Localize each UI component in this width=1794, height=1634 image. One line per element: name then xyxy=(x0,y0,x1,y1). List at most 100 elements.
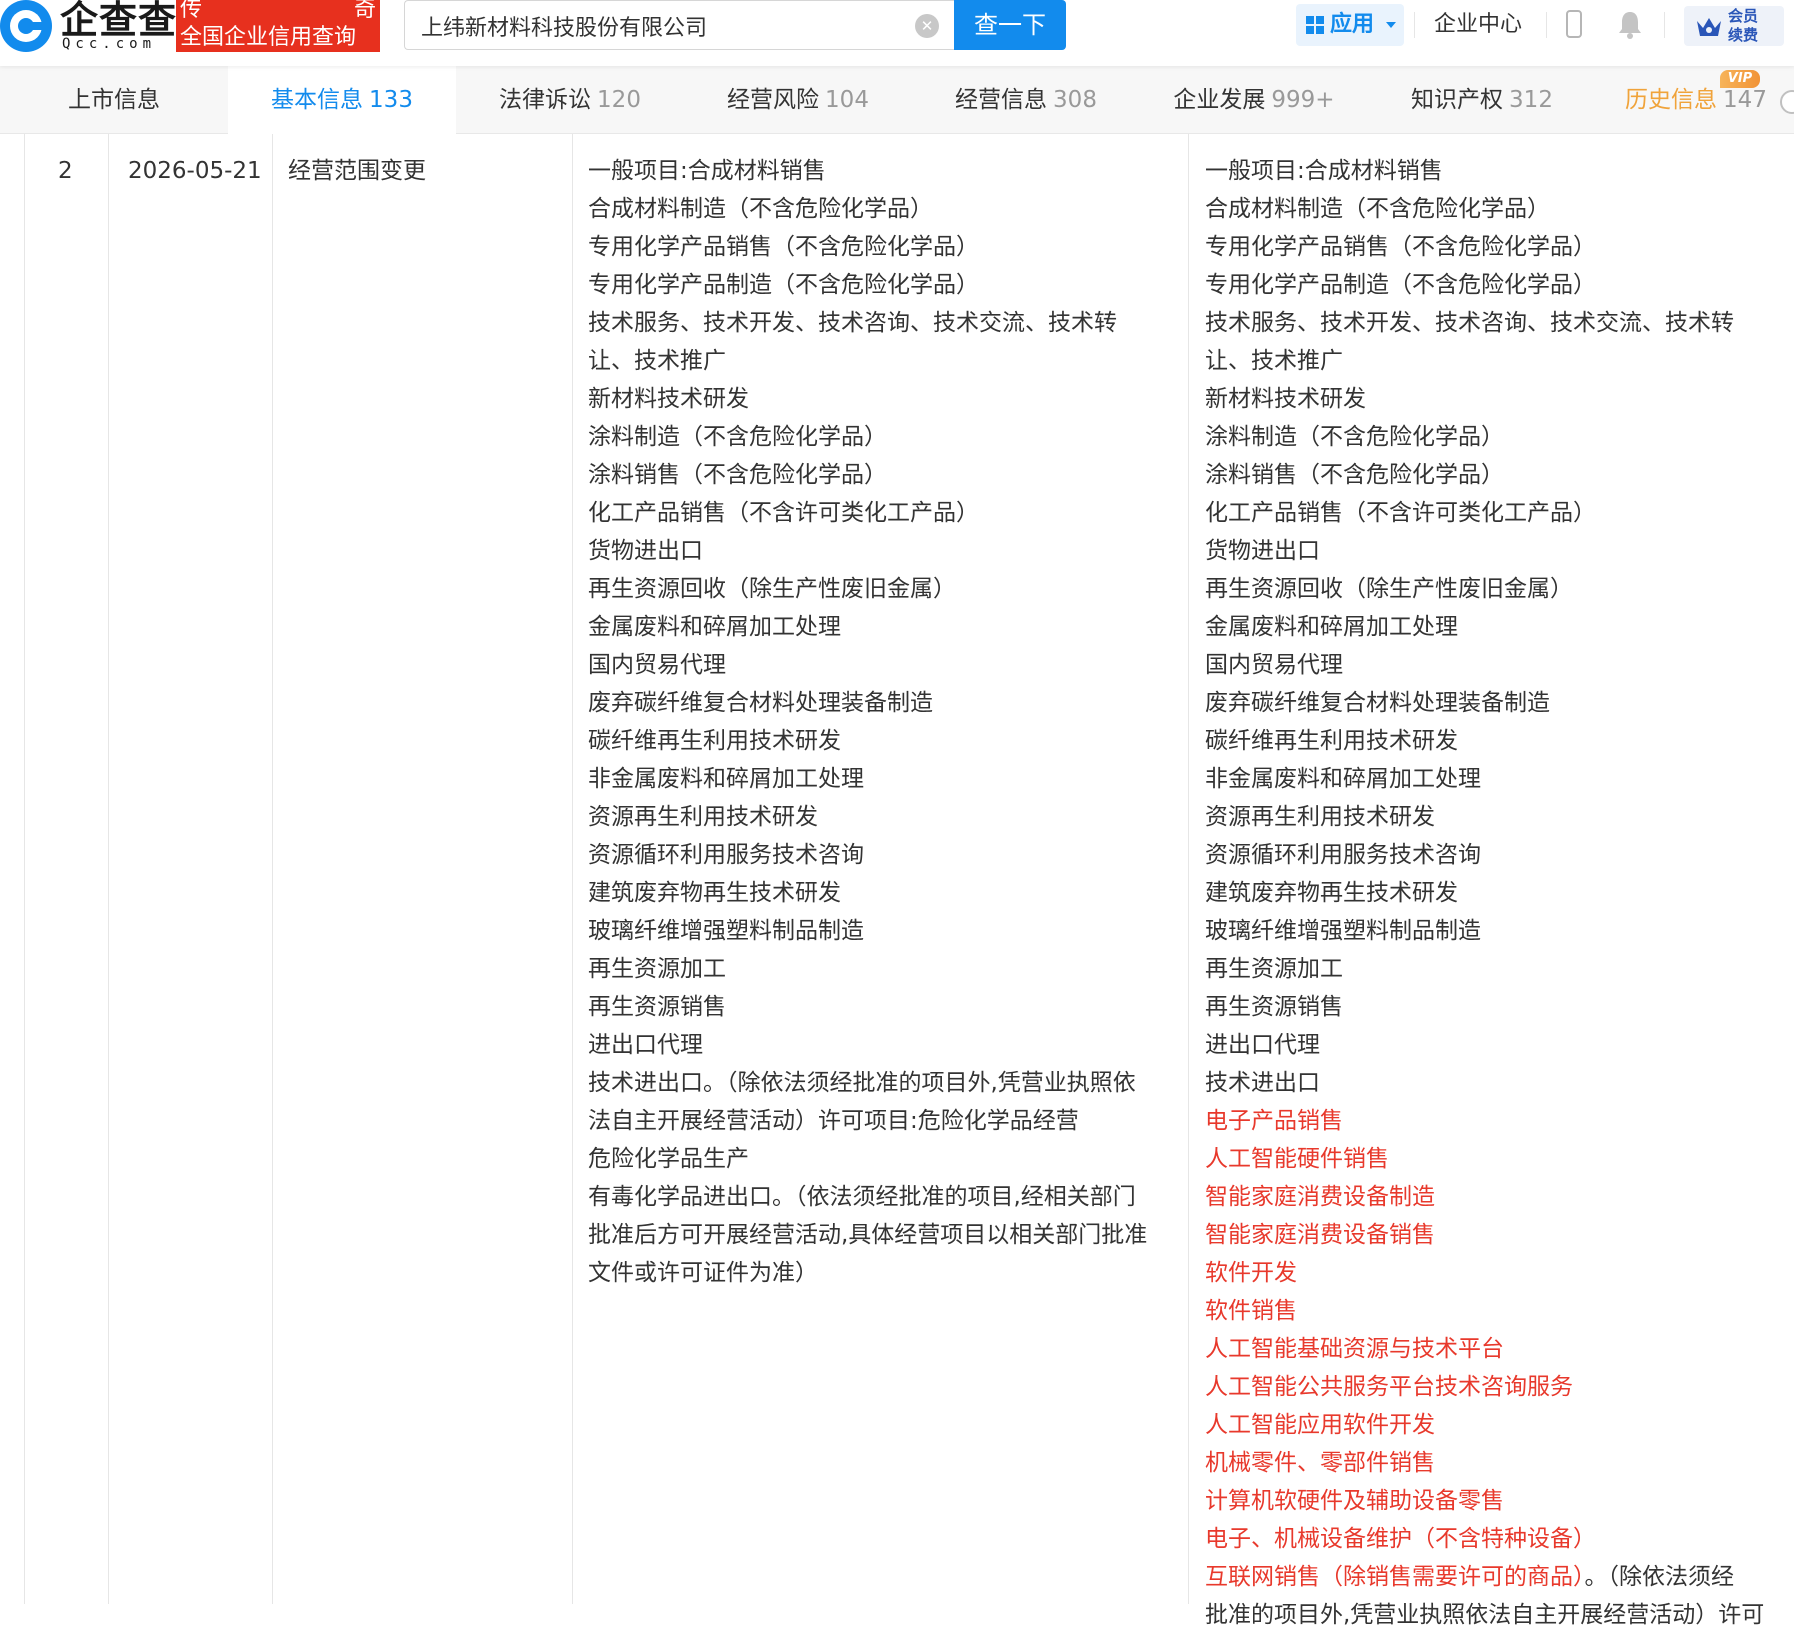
vip-label-line2: 续费 xyxy=(1728,26,1759,44)
scope-added-item: 机械零件、零部件销售 xyxy=(1205,1450,1435,1476)
promo-banner[interactable]: 传 奇 全国企业信用查询 xyxy=(176,0,380,52)
scope-added-item: 软件开发 xyxy=(1205,1260,1297,1286)
scope-before-item: 建筑废弃物再生技术研发 xyxy=(588,880,841,906)
scope-before-item: 资源循环利用服务技术咨询 xyxy=(588,842,864,868)
scope-before-item: 危险化学品生产 xyxy=(588,1146,749,1172)
scope-before-item: 国内贸易代理 xyxy=(588,652,726,678)
scope-before-item: 让、技术推广 xyxy=(588,348,726,374)
scope-before-item: 再生资源加工 xyxy=(588,956,726,982)
scope-before-item: 涂料销售（不含危险化学品） xyxy=(588,462,887,488)
scope-after-item: 技术进出口 xyxy=(1205,1070,1320,1096)
scope-added-item: 电子、机械设备维护（不含特种设备） xyxy=(1205,1526,1596,1552)
scope-added-item: 人工智能公共服务平台技术咨询服务 xyxy=(1205,1374,1573,1400)
scope-added-item: 人工智能硬件销售 xyxy=(1205,1146,1389,1172)
logo-text[interactable]: 企查查 xyxy=(60,0,177,40)
scope-after-item: 新材料技术研发 xyxy=(1205,386,1366,412)
logo-domain: Qcc.com xyxy=(62,36,157,52)
crown-icon xyxy=(1697,18,1721,36)
scope-before-item: 技术服务、技术开发、技术咨询、技术交流、技术转 xyxy=(588,310,1117,336)
bell-icon[interactable] xyxy=(1616,10,1644,40)
apps-menu-button[interactable]: 应用 xyxy=(1296,4,1404,46)
promo-top-right: 奇 xyxy=(353,0,376,22)
scope-after-item: 专用化学产品制造（不含危险化学品） xyxy=(1205,272,1596,298)
tab-history-info[interactable]: 历史信息 147 xyxy=(1582,66,1794,134)
scope-before-item: 文件或许可证件为准） xyxy=(588,1260,818,1286)
apps-menu-label: 应用 xyxy=(1330,12,1375,37)
scope-before-item: 法自主开展经营活动）许可项目:危险化学品经营 xyxy=(588,1108,1079,1134)
scope-before-item: 资源再生利用技术研发 xyxy=(588,804,818,830)
change-item: 经营范围变更 xyxy=(288,158,426,184)
mobile-phone-icon[interactable] xyxy=(1566,10,1582,38)
scope-before-item: 金属废料和碎屑加工处理 xyxy=(588,614,841,640)
tab-business-info[interactable]: 经营信息 308 xyxy=(912,66,1140,134)
scope-added-item: 软件销售 xyxy=(1205,1298,1297,1324)
scope-before-item: 批准后方可开展经营活动,具体经营项目以相关部门批准 xyxy=(588,1222,1148,1248)
scope-after-item: 一般项目:合成材料销售 xyxy=(1205,158,1443,184)
qcc-logo-icon[interactable] xyxy=(0,0,52,52)
scope-after-item: 碳纤维再生利用技术研发 xyxy=(1205,728,1458,754)
search-box: ✕ xyxy=(404,0,954,50)
scope-after-item: 涂料销售（不含危险化学品） xyxy=(1205,462,1504,488)
top-bar: 企查查 Qcc.com 传 奇 全国企业信用查询 ✕ 查一下 应用 企业中心 xyxy=(0,0,1794,66)
scope-before-list: 一般项目:合成材料销售合成材料制造（不含危险化学品） 专用化学产品销售（不含危险化… xyxy=(588,152,1147,1292)
scope-after-item: 国内贸易代理 xyxy=(1205,652,1343,678)
scope-before-item: 玻璃纤维增强塑料制品制造 xyxy=(588,918,864,944)
column-divider xyxy=(24,134,25,1604)
scope-after-item: 再生资源回收（除生产性废旧金属） xyxy=(1205,576,1573,602)
scope-after-item: 合成材料制造（不含危险化学品） xyxy=(1205,196,1550,222)
divider xyxy=(1664,12,1665,38)
tab-intellectual-property[interactable]: 知识产权 312 xyxy=(1368,66,1596,134)
divider xyxy=(1414,12,1415,38)
scope-before-item: 再生资源销售 xyxy=(588,994,726,1020)
vip-label-line1: 会员 xyxy=(1728,7,1759,25)
scope-before-item: 化工产品销售（不含许可类化工产品） xyxy=(588,500,979,526)
scope-before-item: 进出口代理 xyxy=(588,1032,703,1058)
grid-icon xyxy=(1306,16,1324,34)
scope-added-item: 人工智能基础资源与技术平台 xyxy=(1205,1336,1504,1362)
scope-after-item: 资源循环利用服务技术咨询 xyxy=(1205,842,1481,868)
search-input[interactable] xyxy=(419,9,893,43)
scope-after-item: 让、技术推广 xyxy=(1205,348,1343,374)
scope-after-item: 非金属废料和碎屑加工处理 xyxy=(1205,766,1481,792)
change-record-table: 2 2026-05-21 经营范围变更 一般项目:合成材料销售合成材料制造（不含… xyxy=(0,134,1794,1628)
promo-title: 全国企业信用查询 xyxy=(180,25,357,50)
scope-added-item: 电子产品销售 xyxy=(1205,1108,1343,1134)
column-divider xyxy=(1188,134,1189,1604)
scope-after-item: 涂料制造（不含危险化学品） xyxy=(1205,424,1504,450)
column-divider xyxy=(272,134,273,1604)
tab-enterprise-development[interactable]: 企业发展 999+ xyxy=(1140,66,1368,134)
tab-listing-info[interactable]: 上市信息 xyxy=(0,66,228,134)
clear-icon[interactable]: ✕ xyxy=(915,14,939,38)
scope-before-item: 废弃碳纤维复合材料处理装备制造 xyxy=(588,690,933,716)
scope-before-item: 涂料制造（不含危险化学品） xyxy=(588,424,887,450)
column-divider xyxy=(108,134,109,1604)
tab-basic-info[interactable]: 基本信息 133 xyxy=(228,66,456,134)
enterprise-center-link[interactable]: 企业中心 xyxy=(1434,4,1522,46)
scope-after-list: 一般项目:合成材料销售合成材料制造（不含危险化学品） 专用化学产品销售（不含危险化… xyxy=(1205,152,1764,1634)
scope-added-item: 计算机软硬件及辅助设备零售 xyxy=(1205,1488,1504,1514)
row-index: 2 xyxy=(58,158,73,184)
tab-business-risk[interactable]: 经营风险 104 xyxy=(684,66,912,134)
scope-before-item: 专用化学产品销售（不含危险化学品） xyxy=(588,234,979,260)
scope-added-item: 互联网销售（除销售需要许可的商品）。（除依法须经 xyxy=(1205,1564,1734,1590)
divider xyxy=(1546,12,1547,38)
section-tabs: 上市信息 基本信息 133 法律诉讼 120 经营风险 104 经营信息 308 企业发… xyxy=(0,66,1794,134)
scope-after-item: 货物进出口 xyxy=(1205,538,1320,564)
column-divider xyxy=(572,134,573,1604)
chevron-down-icon xyxy=(1386,22,1396,28)
scope-after-item: 专用化学产品销售（不含危险化学品） xyxy=(1205,234,1596,260)
scope-before-item: 合成材料制造（不含危险化学品） xyxy=(588,196,933,222)
scope-before-item: 技术进出口。（除依法须经批准的项目外,凭营业执照依 xyxy=(588,1070,1136,1096)
tab-legal-litigation[interactable]: 法律诉讼 120 xyxy=(456,66,684,134)
search-button[interactable]: 查一下 xyxy=(954,0,1066,50)
scope-before-item: 一般项目:合成材料销售 xyxy=(588,158,826,184)
scope-after-item: 资源再生利用技术研发 xyxy=(1205,804,1435,830)
vip-renew-button[interactable]: 会员 续费 xyxy=(1684,6,1784,46)
change-date: 2026-05-21 xyxy=(128,158,262,184)
scope-added-item: 智能家庭消费设备制造 xyxy=(1205,1184,1435,1210)
vip-badge: VIP xyxy=(1720,70,1760,88)
scope-before-item: 新材料技术研发 xyxy=(588,386,749,412)
scope-before-item: 非金属废料和碎屑加工处理 xyxy=(588,766,864,792)
scope-added-item: 智能家庭消费设备销售 xyxy=(1205,1222,1435,1248)
scope-before-item: 碳纤维再生利用技术研发 xyxy=(588,728,841,754)
